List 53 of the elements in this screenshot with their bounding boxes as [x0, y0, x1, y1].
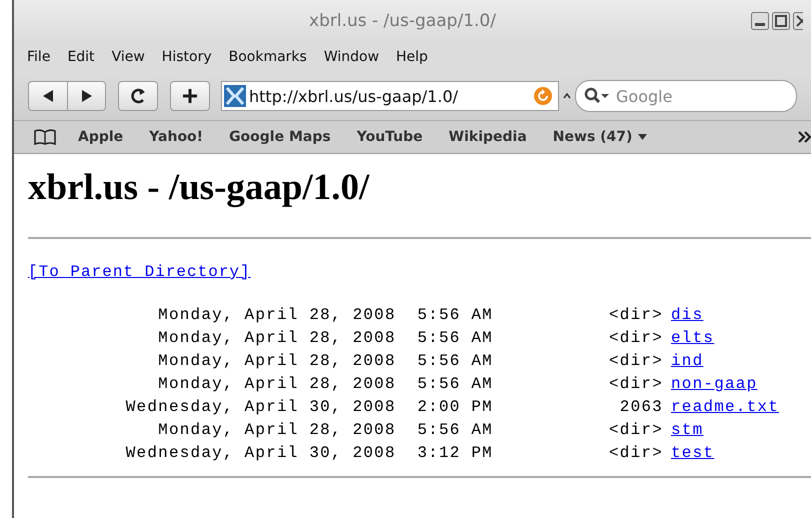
bookmark-menu[interactable]: News (47) — [552, 129, 632, 145]
bookmark-item[interactable]: Yahoo! — [149, 129, 204, 145]
overflow-icon[interactable] — [798, 131, 811, 143]
file-date: Wednesday, April 30, 2008 3:12 PM — [124, 444, 493, 462]
menu-item[interactable]: File — [24, 49, 60, 65]
file-link[interactable]: readme.txt — [671, 398, 780, 416]
address-field[interactable]: http://xbrl.us/us-gaap/1.0/ — [221, 81, 559, 111]
book-icon[interactable] — [34, 129, 56, 145]
file-link[interactable]: non-gaap — [671, 374, 758, 392]
file-size: <dir> — [608, 328, 663, 346]
file-date: Monday, April 28, 2008 5:56 AM — [157, 420, 493, 438]
file-date: Monday, April 28, 2008 5:56 AM — [157, 306, 493, 324]
bookmark-item[interactable]: YouTube — [356, 129, 423, 145]
add-bookmark-button[interactable] — [170, 81, 210, 111]
file-size: <dir> — [608, 352, 663, 370]
file-date: Monday, April 28, 2008 5:56 AM — [157, 328, 493, 346]
file-date: Wednesday, April 30, 2008 2:00 PM — [124, 398, 493, 416]
file-link[interactable]: ind — [671, 352, 704, 370]
page-heading: xbrl.us - /us-gaap/1.0/ — [28, 166, 370, 209]
refresh-icon — [534, 87, 552, 105]
caret-icon[interactable] — [563, 92, 571, 100]
close-icon[interactable] — [793, 12, 803, 30]
file-size: <dir> — [608, 374, 663, 392]
file-size: <dir> — [608, 306, 663, 324]
file-date: Monday, April 28, 2008 5:56 AM — [157, 374, 493, 392]
bookmark-item[interactable]: Google Maps — [229, 129, 331, 145]
parent-directory-link[interactable]: [To Parent Directory] — [28, 263, 251, 281]
file-size: 2063 — [618, 398, 663, 416]
maximize-icon[interactable] — [772, 12, 790, 30]
reload-button[interactable] — [118, 81, 158, 111]
file-size: <dir> — [608, 420, 663, 438]
menu-item[interactable]: Window — [320, 49, 390, 65]
file-link[interactable]: stm — [671, 420, 704, 438]
file-date: Monday, April 28, 2008 5:56 AM — [157, 352, 493, 370]
reload-icon — [130, 88, 146, 104]
file-link[interactable]: elts — [671, 328, 714, 346]
window-title: xbrl.us - /us-gaap/1.0/ — [309, 11, 496, 31]
site-icon — [224, 85, 246, 107]
minimize-icon[interactable] — [751, 12, 769, 30]
menu-item[interactable]: Edit — [64, 49, 105, 65]
bookmark-item[interactable]: Wikipedia — [448, 129, 527, 145]
bookmark-item[interactable]: Apple — [78, 129, 124, 145]
file-link[interactable]: test — [671, 444, 714, 462]
menu-item[interactable]: Help — [393, 49, 438, 65]
menu-item[interactable]: View — [108, 49, 155, 65]
file-link[interactable]: dis — [671, 306, 704, 324]
file-size: <dir> — [608, 444, 663, 462]
dropdown-icon — [638, 133, 648, 141]
plus-icon — [182, 88, 198, 104]
menu-item[interactable]: History — [158, 49, 222, 65]
search-field[interactable]: Google — [575, 80, 797, 112]
menu-item[interactable]: Bookmarks — [226, 49, 317, 65]
search-icon — [584, 87, 610, 105]
